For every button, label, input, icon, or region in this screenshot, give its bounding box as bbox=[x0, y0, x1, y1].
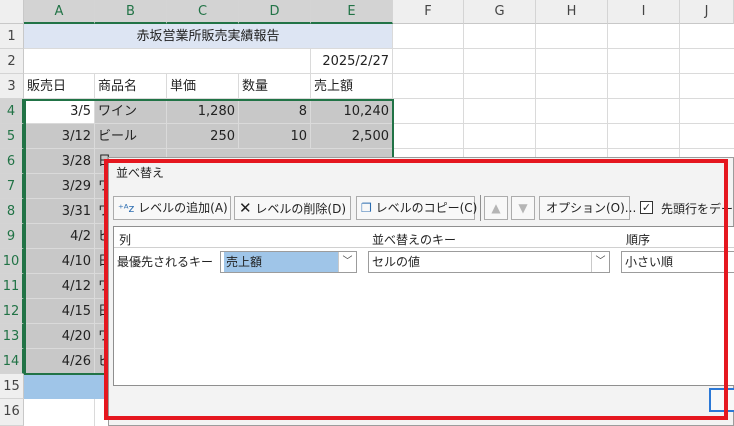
header-divider bbox=[114, 247, 734, 248]
cell-date[interactable]: 3/12 bbox=[24, 124, 95, 149]
cell-date[interactable]: 4/10 bbox=[24, 249, 95, 274]
header-row-checkbox-label[interactable]: 先頭行をデータ bbox=[661, 200, 734, 217]
row-header-16[interactable]: 16 bbox=[0, 399, 24, 426]
options-button[interactable]: オプション(O)... bbox=[539, 196, 636, 220]
sort-column-dropdown[interactable]: 売上額 ﹀ bbox=[220, 251, 357, 273]
row-header-8[interactable]: 8 bbox=[0, 199, 24, 224]
row-header-12[interactable]: 12 bbox=[0, 299, 24, 324]
cell-date[interactable]: 4/20 bbox=[24, 324, 95, 349]
dialog-title: 並べ替え bbox=[116, 166, 165, 180]
header-product[interactable]: 商品名 bbox=[95, 74, 167, 99]
column-header-f[interactable]: F bbox=[393, 0, 464, 24]
cell-date[interactable]: 4/2 bbox=[24, 224, 95, 249]
cell-product[interactable]: ビール bbox=[95, 124, 167, 149]
column-header-d[interactable]: D bbox=[239, 0, 311, 24]
report-date-cell[interactable]: 2025/2/27 bbox=[311, 49, 393, 74]
primary-key-label: 最優先されるキー bbox=[117, 255, 214, 269]
cell-price[interactable]: 1,280 bbox=[167, 99, 239, 124]
up-arrow-icon: ▲ bbox=[491, 201, 501, 215]
row-header-15[interactable]: 15 bbox=[0, 374, 24, 399]
down-arrow-icon: ▼ bbox=[518, 201, 528, 215]
copy-icon: ❐ bbox=[361, 201, 372, 215]
row-header-1[interactable]: 1 bbox=[0, 24, 24, 49]
sort-on-value: セルの値 bbox=[372, 255, 421, 269]
sort-key-header-label: 並べ替えのキー bbox=[372, 233, 457, 247]
column-header-a[interactable]: A bbox=[24, 0, 95, 24]
row-header-3[interactable]: 3 bbox=[0, 74, 24, 99]
column-header-e[interactable]: E bbox=[311, 0, 393, 24]
column-header-c[interactable]: C bbox=[167, 0, 239, 24]
column-header-label: 列 bbox=[119, 233, 132, 247]
cell-quantity[interactable]: 10 bbox=[239, 124, 311, 149]
row-header-4[interactable]: 4 bbox=[0, 99, 24, 124]
cell-date[interactable]: 3/29 bbox=[24, 174, 95, 199]
row-header-14[interactable]: 14 bbox=[0, 349, 24, 374]
sort-levels-list: 列 並べ替えのキー 順序 最優先されるキー 売上額 ﹀ セルの値 ﹀ 小さい順 bbox=[113, 226, 734, 386]
row-header-6[interactable]: 6 bbox=[0, 149, 24, 174]
cell-sales[interactable]: 2,500 bbox=[311, 124, 393, 149]
checkbox-icon: ✓ bbox=[641, 201, 652, 214]
row-header-2[interactable]: 2 bbox=[0, 49, 24, 74]
row-header-13[interactable]: 13 bbox=[0, 324, 24, 349]
cell-date[interactable]: 3/28 bbox=[24, 149, 95, 174]
order-header-label: 順序 bbox=[626, 233, 651, 247]
row-header-9[interactable]: 9 bbox=[0, 224, 24, 249]
header-row-checkbox[interactable]: ✓ bbox=[640, 201, 653, 214]
add-level-button[interactable]: ⁺ᴬᴢ レベルの追加(A) bbox=[113, 196, 231, 220]
header-sales-amount[interactable]: 売上額 bbox=[311, 74, 393, 99]
cell-date[interactable]: 4/12 bbox=[24, 274, 95, 299]
cell-date[interactable]: 3/31 bbox=[24, 199, 95, 224]
header-price[interactable]: 単価 bbox=[167, 74, 239, 99]
copy-level-label: レベルのコピー(C) bbox=[375, 201, 478, 215]
cell-sales[interactable]: 10,240 bbox=[311, 99, 393, 124]
delete-x-icon: ✕ bbox=[239, 199, 252, 217]
copy-level-button[interactable]: ❐ レベルのコピー(C) bbox=[356, 196, 478, 220]
sort-column-value: 売上額 bbox=[224, 252, 340, 272]
header-sales-date[interactable]: 販売日 bbox=[24, 74, 95, 99]
move-down-button[interactable]: ▼ bbox=[511, 196, 535, 220]
dropdown-arrow-icon: ﹀ bbox=[338, 252, 356, 272]
row-header-5[interactable]: 5 bbox=[0, 124, 24, 149]
column-header-j[interactable]: J bbox=[680, 0, 734, 24]
delete-level-label: レベルの削除(D) bbox=[255, 202, 347, 216]
report-title-cell[interactable]: 赤坂営業所販売実績報告 bbox=[24, 24, 393, 49]
add-level-label: レベルの追加(A) bbox=[138, 201, 228, 215]
sort-dialog: 並べ替え ⁺ᴬᴢ レベルの追加(A) ✕ レベルの削除(D) ❐ レベルのコピー… bbox=[108, 157, 734, 426]
row-header-7[interactable]: 7 bbox=[0, 174, 24, 199]
sort-on-dropdown[interactable]: セルの値 ﹀ bbox=[368, 251, 610, 273]
column-header-b[interactable]: B bbox=[95, 0, 167, 24]
row-header-11[interactable]: 11 bbox=[0, 274, 24, 299]
row-header-10[interactable]: 10 bbox=[0, 249, 24, 274]
cell-quantity[interactable]: 8 bbox=[239, 99, 311, 124]
column-header-i[interactable]: I bbox=[608, 0, 680, 24]
header-quantity[interactable]: 数量 bbox=[239, 74, 311, 99]
move-up-button[interactable]: ▲ bbox=[484, 196, 508, 220]
column-header-g[interactable]: G bbox=[464, 0, 536, 24]
sort-order-dropdown[interactable]: 小さい順 bbox=[621, 251, 734, 273]
cell-price[interactable]: 250 bbox=[167, 124, 239, 149]
cell-a2[interactable] bbox=[24, 49, 311, 74]
toolbar-separator bbox=[480, 195, 481, 221]
cell-product[interactable]: ワイン bbox=[95, 99, 167, 124]
cell-date[interactable]: 4/26 bbox=[24, 349, 95, 374]
ok-button[interactable] bbox=[709, 388, 734, 412]
dropdown-arrow-icon: ﹀ bbox=[591, 252, 609, 272]
cell-date[interactable]: 3/5 bbox=[24, 99, 95, 124]
delete-level-button[interactable]: ✕ レベルの削除(D) bbox=[234, 196, 351, 220]
sort-order-value: 小さい順 bbox=[625, 255, 674, 269]
column-header-h[interactable]: H bbox=[536, 0, 608, 24]
cell-date[interactable]: 4/15 bbox=[24, 299, 95, 324]
add-level-icon: ⁺ᴬᴢ bbox=[118, 202, 135, 215]
select-all-corner[interactable] bbox=[0, 0, 24, 24]
